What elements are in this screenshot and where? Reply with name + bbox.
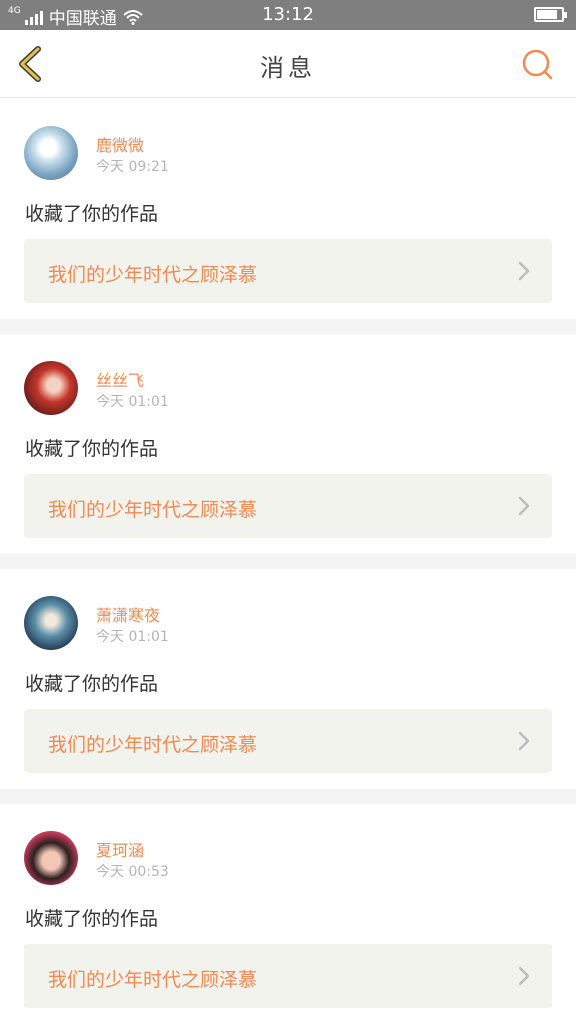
timestamp: 今天 01:01	[96, 394, 169, 410]
message-card: 夏珂涵 今天 00:53 收藏了你的作品 我们的少年时代之顾泽慕	[0, 804, 576, 1024]
work-title: 我们的少年时代之顾泽慕	[48, 264, 258, 286]
action-text: 收藏了你的作品	[25, 203, 159, 225]
work-link[interactable]: 我们的少年时代之顾泽慕	[24, 474, 552, 538]
action-text: 收藏了你的作品	[25, 908, 159, 930]
message-card: 丝丝飞 今天 01:01 收藏了你的作品 我们的少年时代之顾泽慕	[0, 334, 576, 554]
action-text: 收藏了你的作品	[25, 438, 159, 460]
avatar[interactable]	[24, 596, 78, 650]
nav-bar: 消息	[0, 30, 576, 98]
chevron-right-icon	[518, 966, 530, 986]
timestamp: 今天 01:01	[96, 629, 169, 645]
chevron-right-icon	[518, 496, 530, 516]
avatar[interactable]	[24, 831, 78, 885]
avatar[interactable]	[24, 126, 78, 180]
work-title: 我们的少年时代之顾泽慕	[48, 969, 258, 991]
divider	[0, 554, 576, 569]
work-link[interactable]: 我们的少年时代之顾泽慕	[24, 944, 552, 1008]
divider	[0, 319, 576, 334]
timestamp: 今天 00:53	[96, 864, 169, 880]
work-title: 我们的少年时代之顾泽慕	[48, 499, 258, 521]
username[interactable]: 丝丝飞	[96, 367, 144, 391]
action-text: 收藏了你的作品	[25, 673, 159, 695]
username[interactable]: 萧潇寒夜	[96, 602, 160, 626]
message-card: 萧潇寒夜 今天 01:01 收藏了你的作品 我们的少年时代之顾泽慕	[0, 569, 576, 789]
status-time: 13:12	[262, 4, 314, 25]
username[interactable]: 鹿微微	[96, 132, 144, 156]
divider	[0, 789, 576, 804]
work-title: 我们的少年时代之顾泽慕	[48, 734, 258, 756]
search-icon[interactable]	[520, 47, 554, 81]
work-link[interactable]: 我们的少年时代之顾泽慕	[24, 239, 552, 303]
avatar[interactable]	[24, 361, 78, 415]
username[interactable]: 夏珂涵	[96, 837, 144, 861]
battery-fill	[537, 10, 558, 19]
battery-icon	[534, 7, 567, 22]
message-card: 鹿微微 今天 09:21 收藏了你的作品 我们的少年时代之顾泽慕	[0, 99, 576, 319]
work-link[interactable]: 我们的少年时代之顾泽慕	[24, 709, 552, 773]
message-list: 鹿微微 今天 09:21 收藏了你的作品 我们的少年时代之顾泽慕 丝丝飞 今天 …	[0, 99, 576, 1024]
chevron-right-icon	[518, 261, 530, 281]
timestamp: 今天 09:21	[96, 159, 169, 175]
status-bar: 4G 中国联通 13:12	[0, 0, 576, 30]
chevron-right-icon	[518, 731, 530, 751]
page-title: 消息	[260, 54, 316, 82]
